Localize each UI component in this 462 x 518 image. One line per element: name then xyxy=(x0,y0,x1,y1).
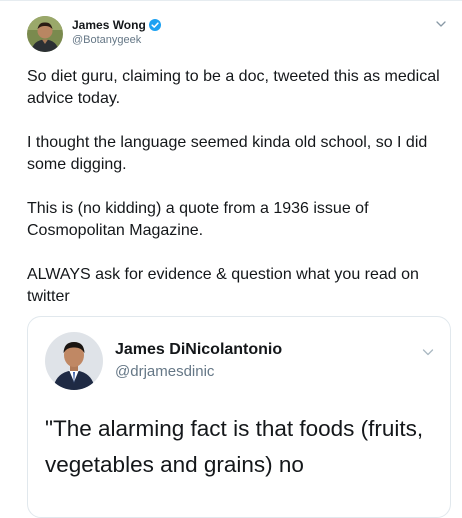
quoted-author-name[interactable]: James DiNicolantonio xyxy=(115,340,282,360)
author-avatar[interactable] xyxy=(27,16,63,52)
author-avatar-photo-icon xyxy=(27,16,63,52)
author-handle[interactable]: @Botanygeek xyxy=(72,33,141,47)
tweet-paragraph: I thought the language seemed kinda old … xyxy=(27,134,428,173)
tweet-paragraph: So diet guru, claiming to be a doc, twee… xyxy=(27,68,440,107)
tweet-paragraph: ALWAYS ask for evidence & question what … xyxy=(27,266,419,305)
quoted-author-handle[interactable]: @drjamesdinic xyxy=(115,362,214,381)
author-display-name[interactable]: James Wong xyxy=(72,18,161,32)
verified-badge-icon xyxy=(148,19,161,31)
tweet-paragraph: This is (no kidding) a quote from a 1936… xyxy=(27,200,369,239)
tweet: James Wong @Botanygeek So diet guru, cla… xyxy=(0,0,462,518)
tweet-text: So diet guru, claiming to be a doc, twee… xyxy=(27,66,452,308)
quoted-author-avatar[interactable] xyxy=(45,332,103,390)
quoted-tweet-card[interactable]: James DiNicolantonio @drjamesdinic "The … xyxy=(27,316,451,518)
quoted-tweet-text: "The alarming fact is that foods (fruits… xyxy=(45,416,424,477)
chevron-down-icon[interactable] xyxy=(434,17,448,29)
quoted-chevron-down-icon[interactable] xyxy=(420,345,436,357)
author-name-text: James Wong xyxy=(72,18,146,32)
quoted-avatar-photo-icon xyxy=(45,332,103,390)
